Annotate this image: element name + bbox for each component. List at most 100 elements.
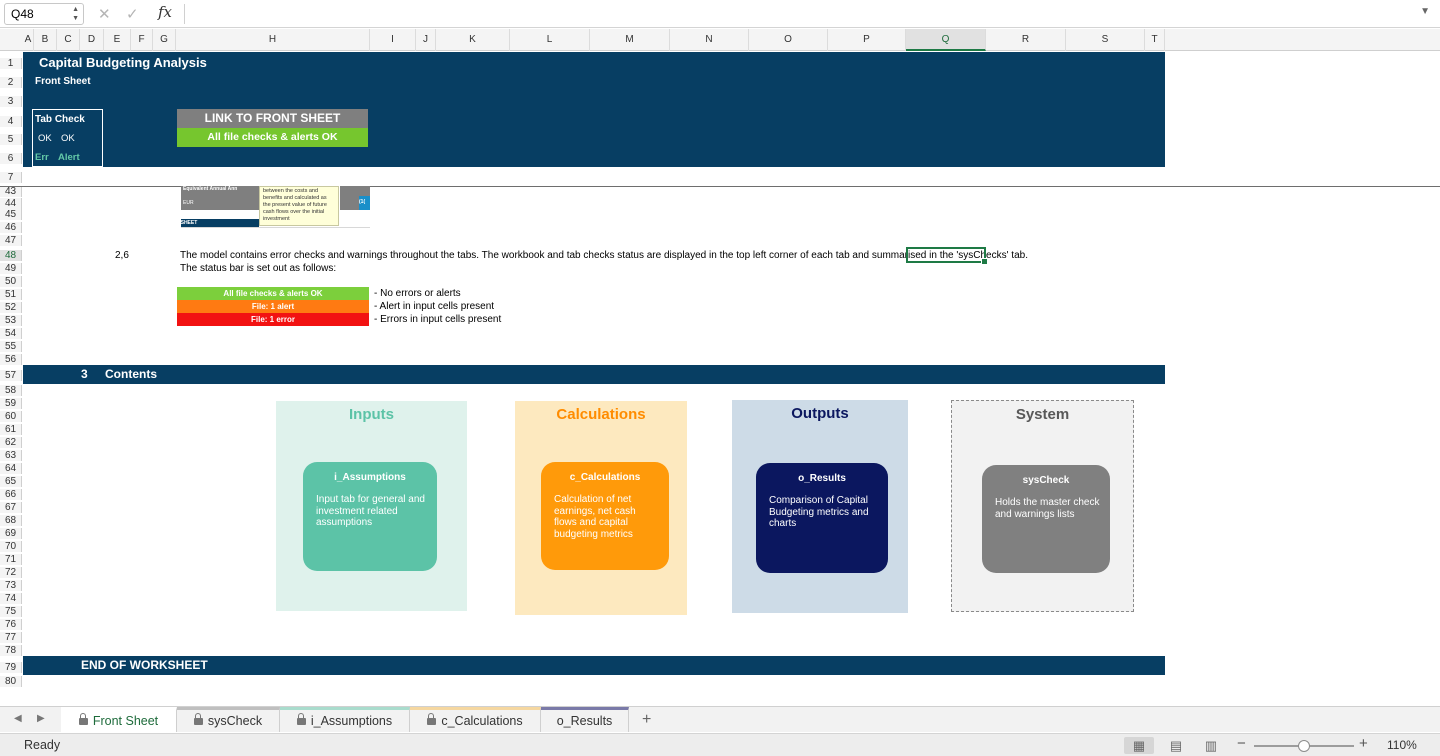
column-header-q[interactable]: Q <box>906 29 986 51</box>
row-header-67[interactable]: 67 <box>0 502 22 513</box>
thumb-band: KSHEET <box>181 219 259 227</box>
previous-sheet-icon[interactable]: ◀ <box>14 713 22 724</box>
zoom-out-icon[interactable]: − <box>1237 735 1246 752</box>
row-header-60[interactable]: 60 <box>0 411 22 422</box>
add-sheet-button[interactable]: + <box>642 711 651 729</box>
row-header-55[interactable]: 55 <box>0 341 22 352</box>
column-header-f[interactable]: F <box>131 29 153 51</box>
row-header-46[interactable]: 46 <box>0 222 22 233</box>
row-header-59[interactable]: 59 <box>0 398 22 409</box>
row-header-45[interactable]: 45 <box>0 209 22 220</box>
row-header-66[interactable]: 66 <box>0 489 22 500</box>
column-header-a[interactable]: A <box>23 29 34 51</box>
tab-link-card-description: Calculation of net earnings, net cash fl… <box>554 494 636 540</box>
row-header-73[interactable]: 73 <box>0 580 22 591</box>
row-header-50[interactable]: 50 <box>0 276 22 287</box>
tab-link-card-i_assumptions[interactable]: i_Assumptions Input tab for general and i… <box>303 462 437 571</box>
tab-link-card-syscheck[interactable]: sysCheck Holds the master check and warni… <box>982 465 1110 573</box>
column-header-o[interactable]: O <box>749 29 828 51</box>
row-header-69[interactable]: 69 <box>0 528 22 539</box>
row-header-47[interactable]: 47 <box>0 235 22 246</box>
zoom-in-icon[interactable]: + <box>1359 735 1368 752</box>
row-header-75[interactable]: 75 <box>0 606 22 617</box>
row-header-76[interactable]: 76 <box>0 619 22 630</box>
column-header-e[interactable]: E <box>104 29 131 51</box>
sheet-tab-front-sheet[interactable]: Front Sheet <box>61 707 177 732</box>
column-header-n[interactable]: N <box>670 29 749 51</box>
row-header-79[interactable]: 79 <box>0 662 22 673</box>
column-header-g[interactable]: G <box>153 29 176 51</box>
function-icon[interactable]: fx <box>158 3 172 21</box>
next-sheet-icon[interactable]: ▶ <box>37 713 45 724</box>
zoom-slider-handle[interactable] <box>1298 740 1310 752</box>
row-header-54[interactable]: 54 <box>0 328 22 339</box>
row-header-80[interactable]: 80 <box>0 676 22 687</box>
cancel-icon[interactable]: ✕ <box>98 5 111 23</box>
column-header-r[interactable]: R <box>986 29 1066 51</box>
row-header-77[interactable]: 77 <box>0 632 22 643</box>
row-header-71[interactable]: 71 <box>0 554 22 565</box>
row-header-72[interactable]: 72 <box>0 567 22 578</box>
column-header-p[interactable]: P <box>828 29 906 51</box>
row-header-44[interactable]: 44 <box>0 198 22 209</box>
contents-box-calculations: Calculations c_Calculations Calculation of… <box>515 401 687 615</box>
file-status-button[interactable]: All file checks & alerts OK <box>177 128 368 147</box>
row-header-51[interactable]: 51 <box>0 289 22 300</box>
row-header-52[interactable]: 52 <box>0 302 22 313</box>
row-header-68[interactable]: 68 <box>0 515 22 526</box>
link-to-front-sheet-button[interactable]: LINK TO FRONT SHEET <box>177 109 368 128</box>
status-bar-intro: The status bar is set out as follows: <box>180 263 337 274</box>
name-box[interactable]: Q48 ▲ ▼ <box>4 3 84 25</box>
tab-link-card-c_calculations[interactable]: c_Calculations Calculation of net earning… <box>541 462 669 570</box>
sheet-tab-c-calculations[interactable]: c_Calculations <box>410 707 541 732</box>
row-header-49[interactable]: 49 <box>0 263 22 274</box>
column-header-b[interactable]: B <box>34 29 57 51</box>
row-header-56[interactable]: 56 <box>0 354 22 365</box>
row-header-70[interactable]: 70 <box>0 541 22 552</box>
expand-formula-bar-icon[interactable]: ▼ <box>1420 6 1430 17</box>
row-header-6[interactable]: 6 <box>0 153 22 164</box>
column-header-c[interactable]: C <box>57 29 80 51</box>
column-header-k[interactable]: K <box>436 29 510 51</box>
row-header-61[interactable]: 61 <box>0 424 22 435</box>
row-header-1[interactable]: 1 <box>0 58 22 69</box>
tab-link-card-title: o_Results <box>798 473 846 484</box>
row-header-57[interactable]: 57 <box>0 370 22 381</box>
row-header-7[interactable]: 7 <box>0 172 22 183</box>
column-header-i[interactable]: I <box>370 29 416 51</box>
zoom-level: 110% <box>1387 738 1417 752</box>
normal-view-icon[interactable]: ▦ <box>1124 737 1154 754</box>
row-header-64[interactable]: 64 <box>0 463 22 474</box>
page-layout-view-icon[interactable]: ▤ <box>1161 737 1191 754</box>
sheet-tab-o-results[interactable]: o_Results <box>541 707 629 732</box>
sheet-tab-i-assumptions[interactable]: i_Assumptions <box>280 707 410 732</box>
column-header-d[interactable]: D <box>80 29 104 51</box>
page-break-view-icon[interactable]: ▥ <box>1196 737 1226 754</box>
row-header-78[interactable]: 78 <box>0 645 22 656</box>
sheet-tab-syscheck[interactable]: sysCheck <box>177 707 280 732</box>
row-header-3[interactable]: 3 <box>0 96 22 107</box>
active-cell-selection[interactable] <box>906 247 988 265</box>
column-header-l[interactable]: L <box>510 29 590 51</box>
confirm-icon[interactable]: ✓ <box>126 5 139 23</box>
row-header-4[interactable]: 4 <box>0 116 22 127</box>
tab-check-alert-label: Alert <box>58 152 80 163</box>
row-header-48[interactable]: 48 <box>0 250 22 261</box>
row-header-5[interactable]: 5 <box>0 134 22 145</box>
row-header-58[interactable]: 58 <box>0 385 22 396</box>
row-header-43[interactable]: 43 <box>0 186 22 197</box>
column-header-t[interactable]: T <box>1145 29 1165 51</box>
row-header-65[interactable]: 65 <box>0 476 22 487</box>
name-box-spinner-icon[interactable]: ▲ ▼ <box>72 5 79 23</box>
column-header-s[interactable]: S <box>1066 29 1145 51</box>
column-header-m[interactable]: M <box>590 29 670 51</box>
column-header-j[interactable]: J <box>416 29 436 51</box>
row-header-53[interactable]: 53 <box>0 315 22 326</box>
row-header-63[interactable]: 63 <box>0 450 22 461</box>
column-header-h[interactable]: H <box>176 29 370 51</box>
row-header-62[interactable]: 62 <box>0 437 22 448</box>
formula-input[interactable] <box>192 4 1392 24</box>
row-header-74[interactable]: 74 <box>0 593 22 604</box>
tab-link-card-o_results[interactable]: o_Results Comparison of Capital Budgeting… <box>756 463 888 573</box>
row-header-2[interactable]: 2 <box>0 77 22 88</box>
